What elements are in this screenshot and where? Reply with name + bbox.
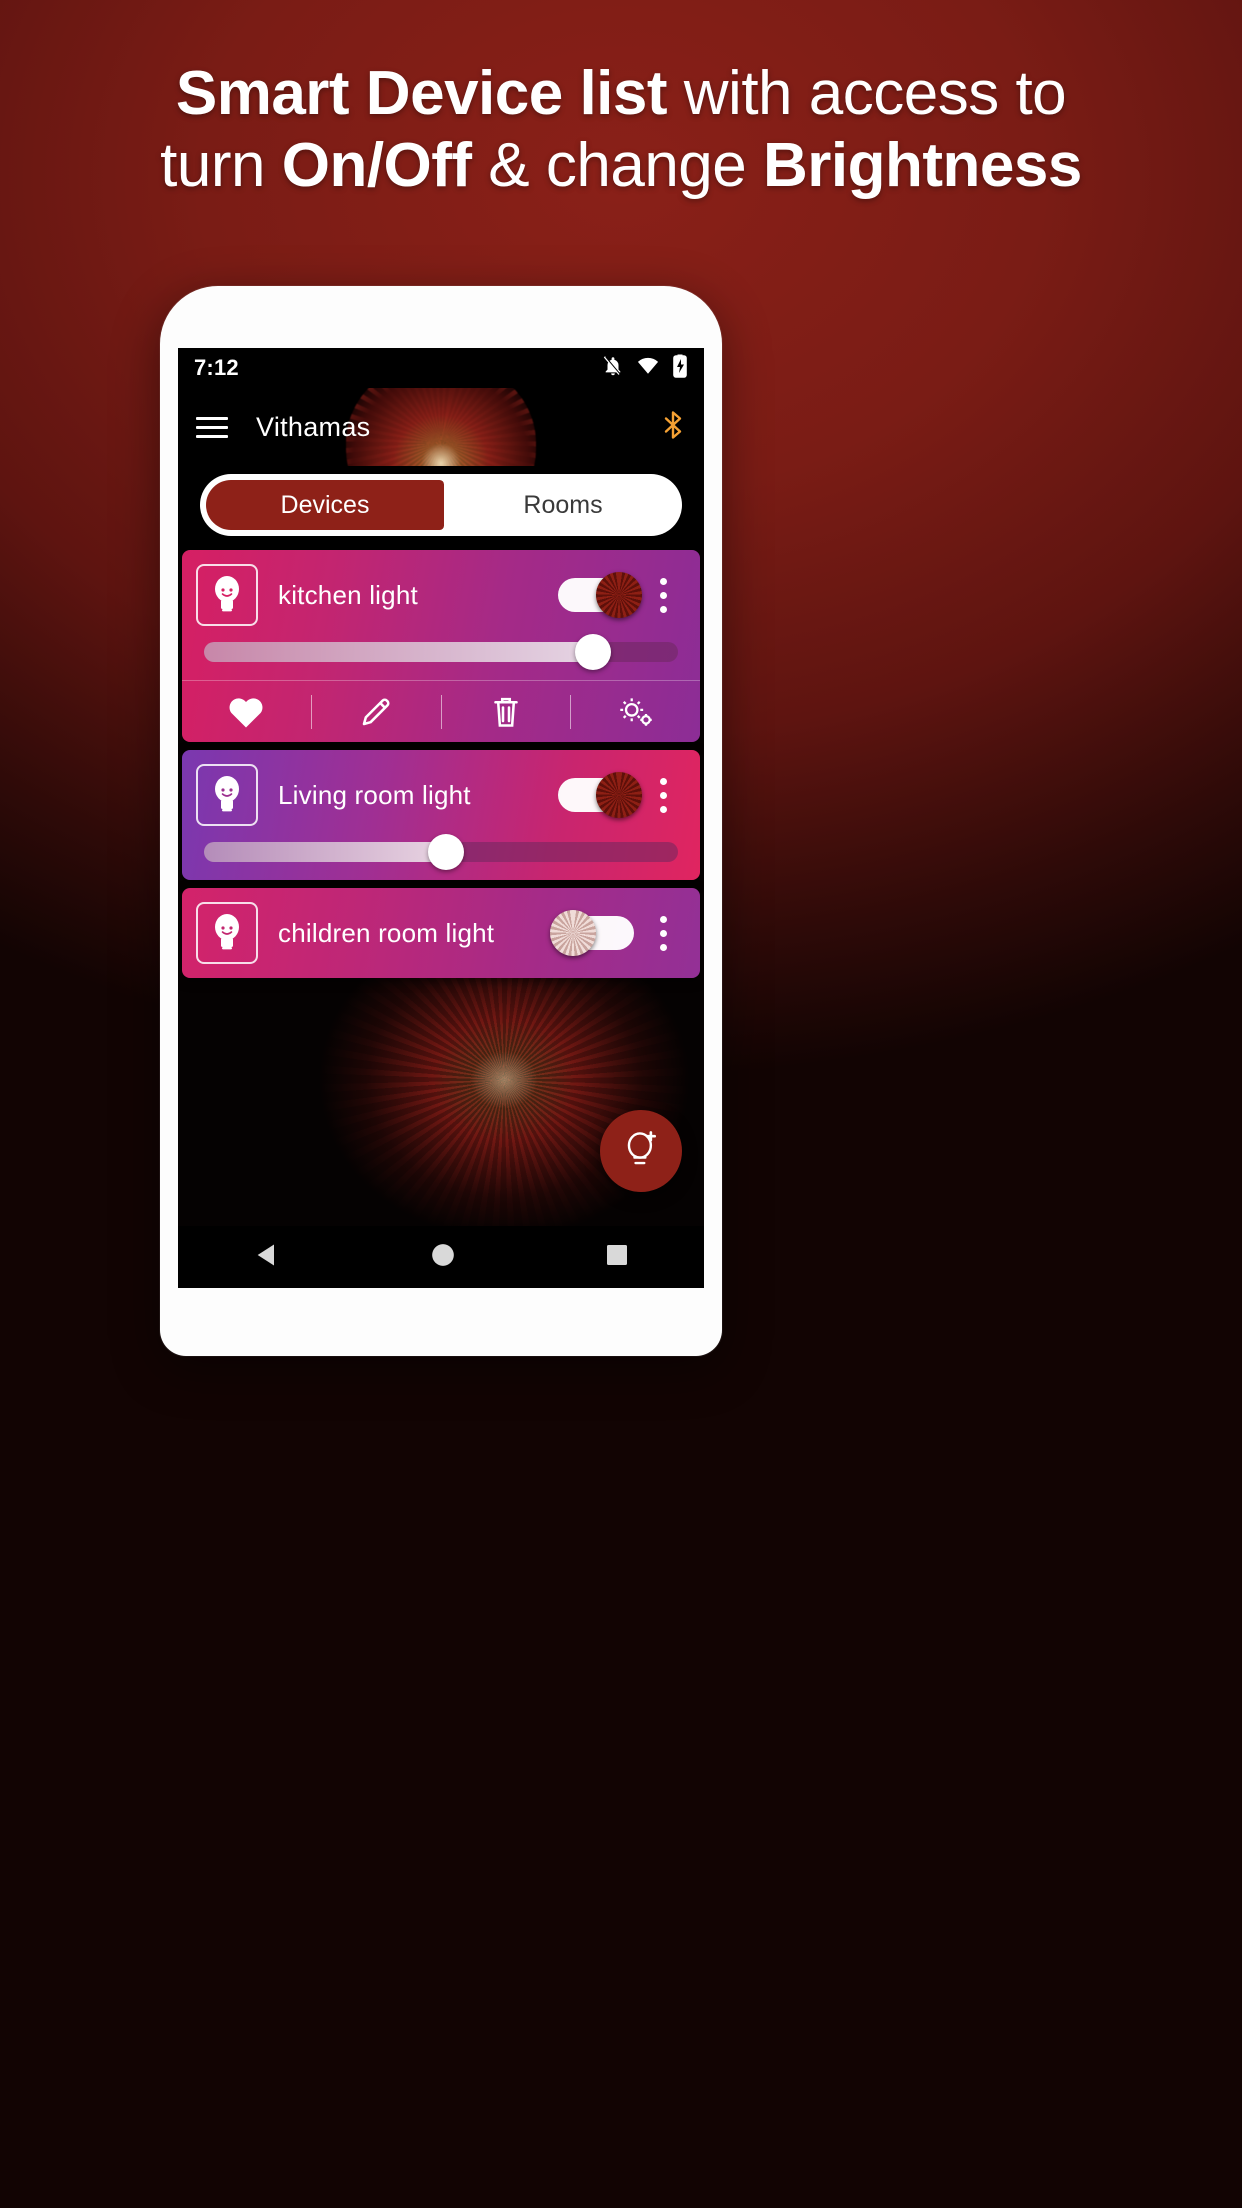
battery-charging-icon [672,354,688,383]
device-card-header: kitchen light [182,550,700,640]
device-action-row [182,680,700,742]
device-name: Living room light [278,779,471,810]
slider-fill [204,842,446,862]
device-card-living-room-light[interactable]: Living room light [182,750,700,880]
kebab-menu-icon[interactable] [640,577,686,613]
home-circle-icon[interactable] [430,1242,456,1273]
toggle-knob [550,910,596,956]
brightness-slider[interactable] [204,834,678,870]
phone-screen: 7:12 Vithamas Devices Rooms kitchen ligh… [178,348,704,1288]
device-card-kitchen-light[interactable]: kitchen light [182,550,700,742]
tab-group: Devices Rooms [200,474,682,536]
brightness-slider[interactable] [204,634,678,670]
toggle-knob [596,572,642,618]
slider-thumb [574,634,611,670]
bell-off-icon [602,355,624,382]
promo-headline: Smart Device list with access to turn On… [0,58,1242,202]
status-bar-icons [602,354,688,383]
brightness-slider-row [182,634,700,680]
app-bar-lamp-photo [346,388,536,466]
recents-square-icon[interactable] [605,1243,629,1272]
slider-fill [204,642,593,662]
light-bulb-icon [196,764,258,826]
headline-bold-2a: On/Off [281,130,472,200]
headline-line-2: turn On/Off & change Brightness [24,130,1218,202]
bluetooth-icon[interactable] [660,408,686,447]
device-power-toggle[interactable] [558,772,642,818]
toggle-knob [596,772,642,818]
headline-bold-2b: Brightness [763,130,1082,200]
device-card-children-room-light[interactable]: children room light [182,888,700,978]
light-bulb-icon [196,902,258,964]
delete-trash-icon[interactable] [442,694,571,730]
status-bar-time: 7:12 [194,355,239,380]
wifi-icon [636,355,660,382]
back-triangle-icon[interactable] [253,1242,281,1273]
add-light-bulb-icon[interactable] [600,1110,682,1192]
phone-mockup: 7:12 Vithamas Devices Rooms kitchen ligh… [160,286,722,1356]
tab-devices[interactable]: Devices [206,480,444,530]
kebab-menu-icon[interactable] [640,777,686,813]
status-bar: 7:12 [178,348,704,388]
device-card-header: children room light [182,888,700,978]
device-name: kitchen light [278,579,418,610]
android-nav-bar [178,1226,704,1288]
settings-gear-icon[interactable] [571,694,700,730]
app-title: Vithamas [256,411,371,442]
kebab-menu-icon[interactable] [640,915,686,951]
favorite-icon[interactable] [182,695,311,729]
slider-thumb [427,834,464,870]
app-bar: Vithamas [178,388,704,466]
hamburger-menu-icon[interactable] [196,416,228,438]
tab-bar: Devices Rooms [178,466,704,550]
promo-screenshot: Smart Device list with access to turn On… [0,0,1242,2208]
device-power-toggle[interactable] [550,910,634,956]
tab-rooms[interactable]: Rooms [444,474,682,536]
device-card-header: Living room light [182,750,700,840]
headline-plain-1: with access to [667,59,1067,128]
light-bulb-icon [196,564,258,626]
headline-plain-2b: & change [471,130,763,200]
headline-bold-1: Smart Device list [175,59,668,128]
headline-plain-2a: turn [160,130,282,200]
headline-line-1: Smart Device list with access to [24,58,1218,130]
edit-pencil-icon[interactable] [312,694,441,730]
device-name: children room light [278,917,495,948]
device-power-toggle[interactable] [558,572,642,618]
brightness-slider-row [182,834,700,880]
